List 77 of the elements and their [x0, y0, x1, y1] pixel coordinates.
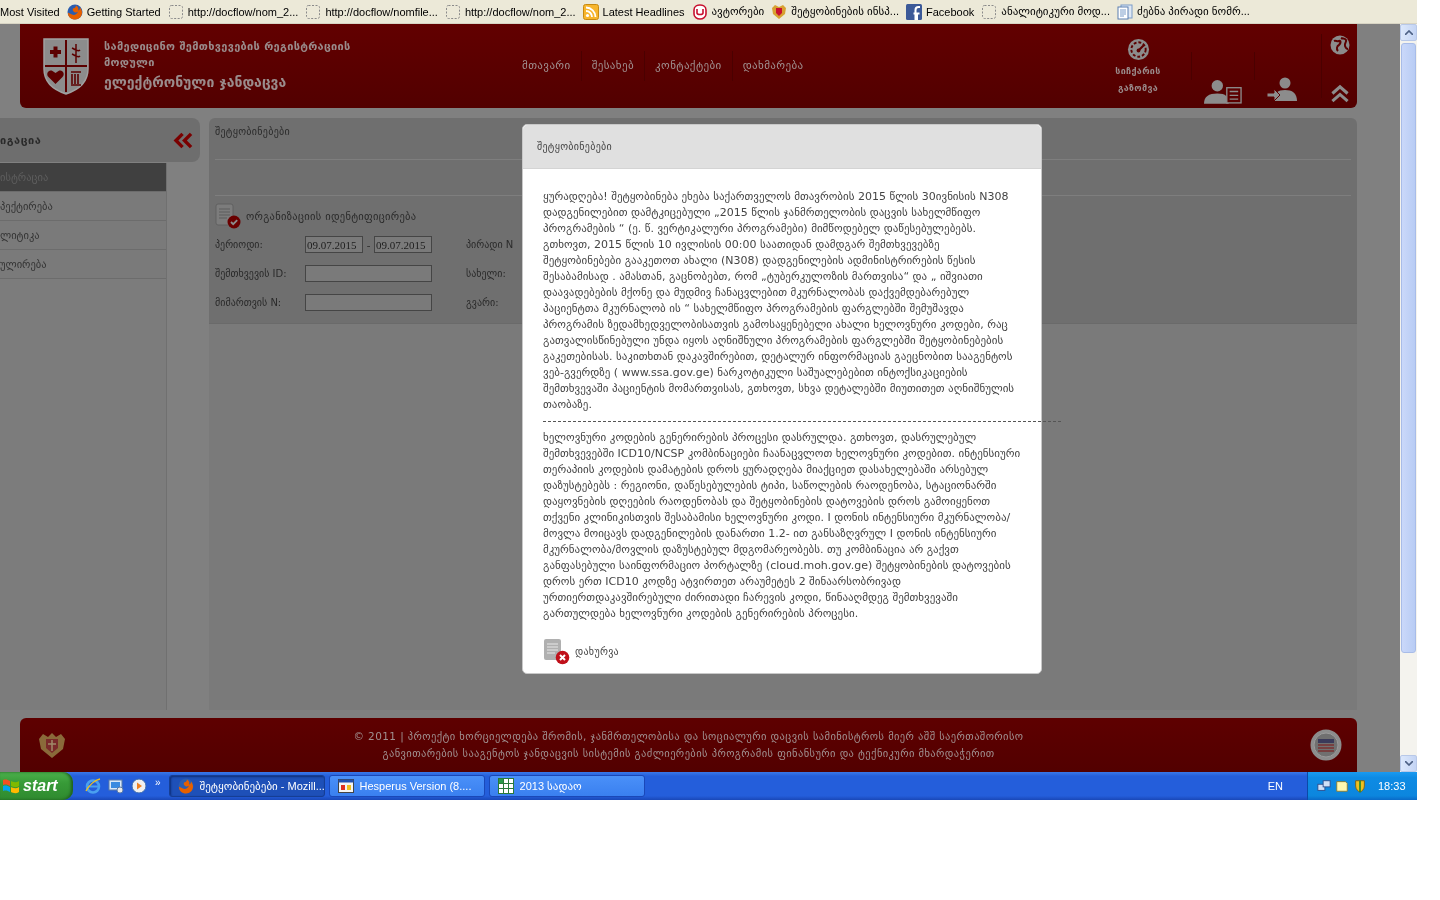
- user-arrow-icon[interactable]: [1267, 77, 1297, 103]
- globe-icon[interactable]: [1330, 35, 1350, 55]
- note-icon[interactable]: [1335, 779, 1349, 793]
- windows-flag-icon: [2, 778, 20, 794]
- coat-of-arms-icon: [771, 3, 788, 20]
- bookmark-link[interactable]: ანალიტიკური მოდ...: [978, 1, 1113, 22]
- bookmark-link[interactable]: Getting Started: [63, 1, 164, 22]
- shield-icon[interactable]: [1353, 779, 1367, 793]
- nav-link[interactable]: მთავარი: [512, 51, 581, 81]
- arch-logo-icon: [691, 3, 708, 20]
- round-seal-icon: [1310, 729, 1342, 761]
- bookmark-link[interactable]: http://docflow/nom_2...: [441, 1, 579, 22]
- message-paragraph: ყურადღება! შეტყობინება ეხება საქართველოს მთავრობის 2015 წლის 30ივნისის N308 დადგენილებით დამტკიცებული „2015 წლის ჯანმრთელობის დაცვის სახელმწიფო პროგრამების “ (ე. წ. ვერტიკალური პროგრამები) მიმწოდებელ დაწესებულებებს. გთხოვთ, 2015 წლის 10 ივლისის 00:00 საათიდან დამდგარ შემთხვევებზე შეტყობინებები გააკეთოთ ახალი (N308) დადგენილების ადმინისტრირების წესის შესაბამისად . ამასთან, გაცნობებთ, რომ „ტუბერკულოზის მართვისა“ და „ იშვიათი დაავადებების მქონე და მუდმივ ჩანაცვლებით მკურნალობას დაქვემდებარებულ პაციენტთა მკურნალობ ის “ სახელმწიფო პროგრამების ფარგლებში შემუშავდა პროგრამის ზედამხედველობისათვის გამოსაყენებელი ახალი ხელოვნური კოდები, რაც გათვალისწინებული უნდა იყოს აღნიშნული პროგრამების ფარგლებში შეტყობინებების გაკეთებისას. საკითხთან დაკავშირებით, დეტალურ ინფორმაციას გაეცნობით სააგენტოს ვებ-გვერდზე ( www.ssa.gov.ge) ნარკოტიკული საშუალებებით ინტოქსიკაციების შემთხვევაში პაციენტის მომართვისას, გთხოვთ, სხვა დეტალებში მიუთითეთ აღნიშნულის თაობაზე.: [543, 189, 1016, 413]
- field-label: პერიოდი:: [215, 239, 264, 250]
- document-icon: [1116, 3, 1133, 20]
- field-label: შემთხვევის ID:: [215, 268, 288, 279]
- range-separator: -: [366, 238, 371, 251]
- speed-test-button[interactable]: სიჩქარის გაზომვა: [1097, 24, 1179, 108]
- field-label: პირადი N: [466, 239, 514, 250]
- taskbar-button[interactable]: Hesperus Version (8....: [328, 775, 485, 797]
- app-window-icon: [337, 778, 354, 794]
- bookmark-link[interactable]: Facebook: [903, 1, 978, 22]
- site-title: სამედიცინო შემთხვევების რეგისტრაციის მოდული: [104, 39, 352, 71]
- nav-link[interactable]: დახმარება: [731, 51, 814, 81]
- bookmark-link[interactable]: ავტორები: [688, 1, 768, 22]
- scroll-up-button[interactable]: [1400, 24, 1417, 41]
- fox-globe-icon: [66, 3, 83, 20]
- language-indicator[interactable]: EN: [1267, 780, 1283, 792]
- fox-globe-icon: [177, 778, 194, 794]
- media-play-icon[interactable]: [131, 778, 147, 794]
- site-subtitle: ელექტრონული ჯანდაცვა: [104, 73, 288, 92]
- desktop-icon[interactable]: [108, 778, 124, 794]
- scrollbar-thumb[interactable]: [1401, 43, 1416, 653]
- network-icon[interactable]: [1317, 779, 1331, 793]
- date-field[interactable]: 09.07.2015: [305, 236, 363, 253]
- nav-link[interactable]: კონტაქტები: [644, 51, 732, 81]
- bookmark-link[interactable]: Most Visited: [0, 1, 63, 22]
- dialog-title: შეტყობინებები: [537, 141, 612, 152]
- bookmark-link[interactable]: Latest Headlines: [579, 1, 688, 22]
- document-check-icon: [215, 203, 241, 229]
- document-close-icon: [543, 638, 570, 665]
- user-list-icon[interactable]: [1204, 79, 1242, 104]
- input-field[interactable]: [305, 294, 432, 311]
- nav-link[interactable]: შესახებ: [580, 51, 645, 81]
- field-label: გვარი:: [466, 297, 499, 308]
- close-button[interactable]: დახურვა: [543, 638, 619, 665]
- panel-title: შეტყობინებები: [215, 126, 290, 137]
- taskbar-button[interactable]: 2013 სადაო: [488, 775, 645, 797]
- section-title: ორგანიზაციის იდენტიფიცირება: [246, 210, 417, 222]
- blank-page-icon: [444, 3, 461, 20]
- shield-logo-icon: [42, 37, 90, 95]
- clock: 18:33: [1378, 780, 1406, 792]
- field-label: სახელი:: [466, 268, 506, 279]
- blank-page-icon: [305, 3, 322, 20]
- social-logo-icon: [906, 3, 922, 20]
- date-field[interactable]: 09.07.2015: [374, 236, 432, 253]
- bookmark-link[interactable]: http://docflow/nomfile...: [302, 1, 441, 22]
- taskbar-button[interactable]: შეტყობინებები - Mozill...: [168, 775, 325, 797]
- blank-page-icon: [167, 3, 184, 20]
- bookmark-link[interactable]: შეტყობინების ინსპ...: [768, 1, 902, 22]
- scroll-down-button[interactable]: [1400, 755, 1417, 772]
- spreadsheet-icon: [497, 778, 514, 794]
- input-field[interactable]: [305, 265, 432, 282]
- start-button[interactable]: start: [0, 772, 73, 800]
- bookmark-link[interactable]: http://docflow/nom_2...: [164, 1, 302, 22]
- bookmark-link[interactable]: ძებნა პირადი ნომრ...: [1113, 1, 1253, 22]
- rss-feed-icon: [582, 3, 599, 20]
- double-chevron-up-icon[interactable]: [1330, 84, 1350, 103]
- sidebar-title: იგაცია: [0, 133, 42, 147]
- speedometer-icon: [1126, 38, 1150, 61]
- footer-text: © 2011 | პროექტი ხორციელდება შრომის, ჯანმრთელობისა და სოციალური დაცვის სამინისტროს მიერ აშშ საერთაშორისო განვითარების სააგენტოს ჯანდაცვის სისტემის გაძლიერების პროგრამის ფინანსური და ტექნიკური მხარდაჭერით: [352, 729, 1025, 762]
- message-paragraph: ხელოვნური კოდების გენერირების პროცესი დასრულდა. გთხოვთ, დასრულებულ შემთხვევებში ICD10/NCSP კომბინაციები ჩაანაცვლოთ ხელოვნური კოდებით. ინტენსიური თერაპიის კოდების დამატების დროს ყურადღება მიაქციეთ დასახელებაში არსებულ დაზუსტებებს : რეგიონი, დაწესებულების ტიპი, საწოლების რაოდენობა, სტაციონარში დაყოვნების დღეების რაოდენობას და შეტყობინების დატოვების დროს გამოიყენოთ თქვენი კლინიკისთვის შესაბამისი ხელოვნური კოდი. I დონის ინტენსიური მკურნალობა/მოვლა მოიცავს დადგენილების დანართი 1.2- ით განსაზღვრულ I დონის ინტენსიური მკურნალობა/მოვლის დაზუსტებულ მდგომარეობებს. თუ კომბინაცია არ გაქვთ განფასებული საინფორმაციო პორტალზე (cloud.moh.gov.ge) შეტყობინების დატოვების დროს ერთ ICD10 კოდზე ატვირთეთ არაუმეტეს 2 შინაარსობრივად ურთიერთდაკავშირებული ძირითადი ჩარევის კოდი, წინააღმდეგ შემთხვევაში გართულდება ხელოვნური კოდების გენერირების პროცესი.: [543, 430, 1021, 622]
- blank-page-icon: [981, 3, 998, 20]
- show-more-button[interactable]: »: [155, 776, 161, 788]
- field-label: მიმართვის N:: [215, 297, 283, 308]
- browser-e-icon[interactable]: [85, 778, 101, 794]
- coat-of-arms-icon: [37, 731, 67, 759]
